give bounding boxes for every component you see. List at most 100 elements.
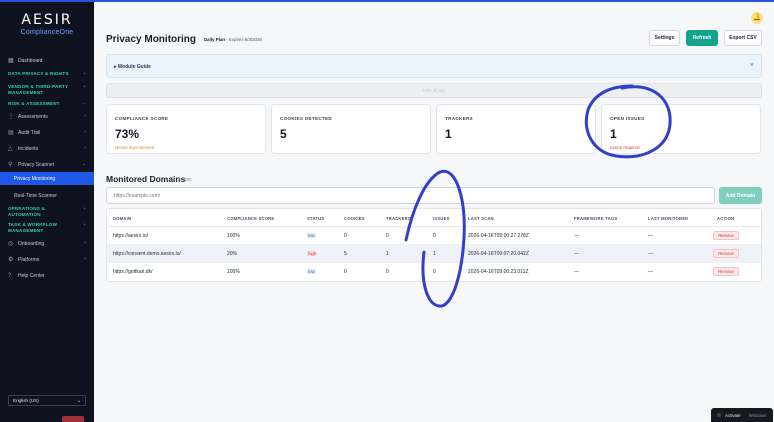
sidebar-section-label: DATA PRIVACY & RIGHTS [8, 71, 69, 76]
column-header[interactable]: COOKIES [344, 216, 365, 221]
notification-bell-icon[interactable]: 🔔 [751, 12, 763, 24]
tags-cell: — [574, 251, 579, 257]
sidebar-section-vendor[interactable]: VENDOR & THIRD-PARTY MANAGEMENT + [0, 84, 86, 96]
chevron-right-icon: › [84, 129, 86, 135]
remove-button[interactable]: Remove [713, 249, 739, 258]
table-header: DOMAIN COMPLIANCE SCORE STATUS COOKIES T… [107, 209, 761, 227]
sidebar-item-audit-trail[interactable]: ▤ Audit Trail › [0, 126, 94, 139]
column-header[interactable]: TRACKERS [386, 216, 411, 221]
card-value: 1 [445, 127, 452, 141]
chevron-right-icon: › [84, 256, 86, 262]
card-value: 5 [280, 127, 287, 141]
plus-icon: + [83, 222, 86, 227]
card-subtext: Needs improvement [115, 145, 155, 150]
sidebar-section-label: OPERATIONS & AUTOMATION [8, 206, 46, 217]
sidebar-item-label: Platforms [18, 256, 40, 263]
export-csv-button[interactable]: Export CSV [724, 30, 762, 46]
domain-count: 3 / 100 [178, 177, 192, 182]
app-logo[interactable]: AESIR ComplianceOne [14, 12, 80, 36]
domain-cell[interactable]: https://gottkari.dk/ [113, 269, 152, 275]
score-cell: 100% [227, 269, 240, 275]
sidebar-section-label: RISK & ASSESSMENT [8, 101, 60, 106]
score-cell: 20% [227, 251, 238, 257]
dashboard-icon: ▦ [8, 57, 14, 64]
column-header[interactable]: LAST SCAN [468, 216, 494, 221]
domains-table: DOMAIN COMPLIANCE SCORE STATUS COOKIES T… [106, 208, 762, 282]
sidebar-section-operations[interactable]: OPERATIONS & AUTOMATION + [0, 206, 86, 218]
main-content: 🔔 Privacy Monitoring Daily Plan · Expire… [94, 2, 774, 422]
column-header[interactable]: COMPLIANCE SCORE [227, 216, 274, 221]
cookies-cell: 5 [344, 251, 347, 257]
sidebar-item-privacy-scanner[interactable]: ⚲ Privacy Scanner ⌄ [0, 158, 94, 171]
sidebar-item-onboarding[interactable]: ◎ Onboarding › [0, 237, 94, 250]
column-header[interactable]: ISSUES [433, 216, 450, 221]
sidebar-section-data-privacy[interactable]: DATA PRIVACY & RIGHTS + [0, 71, 94, 77]
sidebar-item-label: Real-Time Scanner [14, 192, 57, 199]
domain-cell[interactable]: https://consent.demo.aesirx.io/ [113, 251, 181, 257]
onboarding-icon: ◎ [8, 240, 14, 247]
module-guide-banner[interactable]: ▸ Module Guide × [106, 54, 762, 78]
sidebar-item-help-center[interactable]: ? Help Center [0, 269, 94, 282]
settings-button[interactable]: Settings [649, 30, 680, 46]
column-header[interactable]: STATUS [307, 216, 324, 221]
sidebar-section-risk[interactable]: RISK & ASSESSMENT − [0, 101, 94, 107]
logo-text: AESIR [21, 12, 73, 28]
domain-cell[interactable]: https://aesirx.io/ [113, 233, 148, 239]
sidebar-item-privacy-monitoring[interactable]: Privacy Monitoring [0, 172, 94, 185]
hide-tips-button[interactable]: Hide all tips [106, 83, 762, 98]
card-label: COOKIES DETECTED [280, 116, 333, 121]
chevron-right-icon: › [84, 240, 86, 246]
sidebar: AESIR ComplianceOne ▦ Dashboard DATA PRI… [0, 2, 94, 422]
chevron-right-icon: › [84, 145, 86, 151]
plan-info: Daily Plan · Expires 6/3/2026 [204, 37, 262, 42]
sidebar-item-platforms[interactable]: ⚙ Platforms › [0, 253, 94, 266]
trackers-card: TRACKERS 1 [436, 104, 596, 154]
sidebar-item-real-time-scanner[interactable]: Real-Time Scanner [0, 189, 94, 202]
monitored-cell: — [648, 233, 653, 239]
sidebar-item-label: Privacy Scanner [18, 161, 55, 168]
card-label: OPEN ISSUES [610, 116, 645, 121]
sidebar-item-assessments[interactable]: ⋮ Assessments › [0, 110, 94, 123]
refresh-button[interactable]: Refresh [686, 30, 718, 46]
activate-windows-notice: Activate Windows [711, 408, 773, 422]
add-domain-button[interactable]: Add Domain [719, 187, 762, 204]
sidebar-item-label: Assessments [18, 113, 48, 120]
cookies-cell: 0 [344, 269, 347, 275]
logout-button[interactable] [62, 416, 84, 422]
status-badge: low [307, 269, 316, 274]
module-guide-toggle[interactable]: ▸ Module Guide [114, 64, 151, 70]
sidebar-item-dashboard[interactable]: ▦ Dashboard [0, 54, 94, 67]
plus-icon: + [83, 206, 86, 211]
sidebar-item-incidents[interactable]: △ Incidents › [0, 142, 94, 155]
sidebar-item-label: Privacy Monitoring [14, 175, 56, 182]
language-select[interactable]: English (US) ⌄ [8, 395, 86, 406]
sidebar-section-label: VENDOR & THIRD-PARTY MANAGEMENT [8, 84, 69, 95]
sidebar-footer [0, 416, 94, 422]
card-value: 73% [115, 127, 140, 141]
close-icon[interactable]: × [750, 62, 754, 69]
plan-label: Daily Plan [204, 37, 225, 42]
checklist-icon: ⋮ [8, 113, 14, 120]
windows-icon [717, 413, 721, 417]
last-scan-cell: 2026-04-16T09:07:20.042Z [468, 251, 529, 257]
remove-button[interactable]: Remove [713, 267, 739, 276]
toast-sublabel: Windows [748, 412, 767, 418]
status-badge: low [307, 233, 316, 238]
toast-label: Activate [725, 412, 741, 418]
trackers-cell: 0 [386, 269, 389, 275]
remove-button[interactable]: Remove [713, 231, 739, 240]
trackers-cell: 1 [386, 251, 389, 257]
sidebar-item-label: Incidents [18, 145, 39, 152]
document-icon: ▤ [8, 129, 14, 136]
column-header[interactable]: LAST MONITORED [648, 216, 688, 221]
domain-url-input[interactable] [106, 187, 715, 204]
last-scan-cell: 2026-04-16T09:00:27.278Z [468, 233, 529, 239]
tags-cell: — [574, 269, 579, 275]
logo-subtitle: ComplianceOne [20, 29, 74, 36]
sidebar-section-task[interactable]: TASK & WORKFLOW MANAGEMENT + [0, 222, 86, 234]
column-header[interactable]: FRAMEWORK TAGS [574, 216, 617, 221]
column-header[interactable]: DOMAIN [113, 216, 131, 221]
score-cell: 100% [227, 233, 240, 239]
cookies-cell: 0 [344, 233, 347, 239]
sidebar-item-label: Help Center [18, 272, 45, 279]
